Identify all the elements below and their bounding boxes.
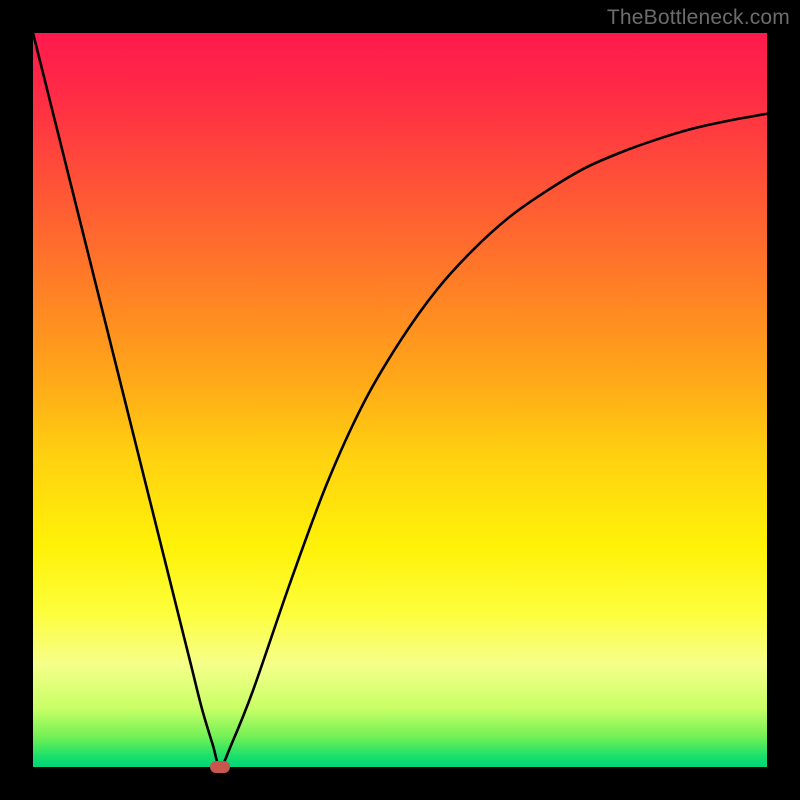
watermark-text: TheBottleneck.com: [607, 6, 790, 30]
chart-frame: TheBottleneck.com: [0, 0, 800, 800]
plot-background-gradient: [33, 33, 767, 767]
